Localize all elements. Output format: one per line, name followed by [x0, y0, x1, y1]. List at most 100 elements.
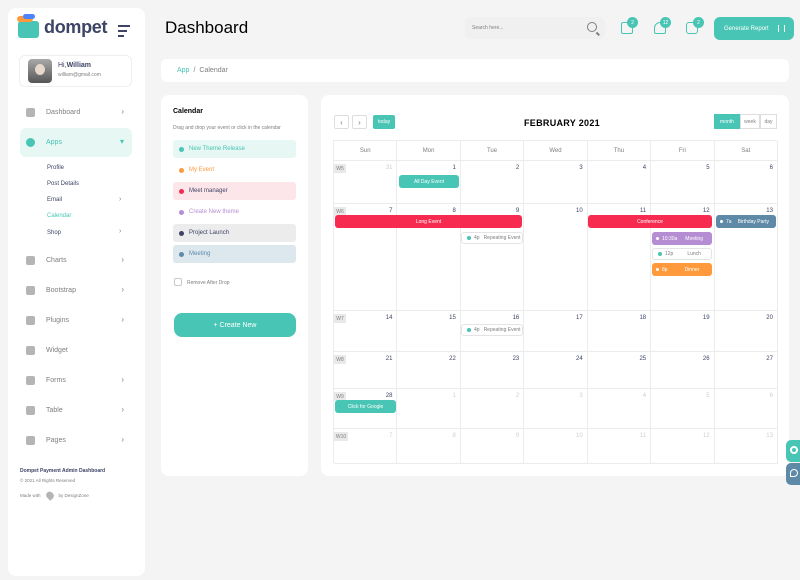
calendar-day-cell[interactable]: 3 — [524, 389, 588, 429]
view-day-button[interactable]: day — [760, 114, 777, 129]
profile-card[interactable]: Hi,William william@gmail.com — [19, 55, 132, 87]
breadcrumb-app-link[interactable]: App — [177, 67, 189, 74]
sidebar-item-dashboard[interactable]: Dashboard › — [20, 101, 132, 123]
event-dot — [179, 189, 184, 194]
sidebar-sub-shop[interactable]: Shop — [47, 230, 61, 236]
sidebar-item-plugins[interactable]: Plugins › — [20, 309, 132, 331]
calendar-day-cell[interactable]: 27 — [714, 352, 778, 389]
calendar-event-long-event[interactable]: Long Event — [335, 215, 522, 228]
calendar-day-cell[interactable]: 10 — [524, 429, 588, 464]
calendar-day-cell[interactable]: 21 W8 — [334, 352, 398, 389]
calendar-day-cell[interactable]: 8 — [397, 429, 461, 464]
sidebar-item-widget[interactable]: Widget — [20, 339, 132, 361]
event-label: Lunch — [687, 251, 701, 257]
event-item[interactable]: Meeting — [173, 245, 296, 263]
calendar-day-cell[interactable]: 4 — [587, 389, 652, 429]
create-new-button[interactable]: + Create New — [174, 313, 296, 337]
event-item[interactable]: New Theme Release — [173, 140, 296, 158]
chevron-right-icon: › — [121, 285, 124, 294]
calendar-day-cell[interactable]: 31 W5 — [334, 161, 398, 204]
wallet-logo-icon — [17, 14, 39, 38]
event-item[interactable]: My Event — [173, 161, 296, 179]
sidebar-item-pages[interactable]: Pages › — [20, 429, 132, 451]
calendar-day-cell[interactable]: 10 — [524, 204, 588, 311]
calendar-day-cell[interactable]: 2 — [460, 161, 525, 204]
prev-month-button[interactable]: ‹ — [334, 115, 349, 129]
heart-icon — [26, 315, 35, 325]
calendar-day-cell[interactable]: 12 — [651, 429, 715, 464]
theme-tab[interactable] — [786, 463, 800, 485]
calendar-event-meeting[interactable]: 10:30a Meeting — [652, 232, 712, 245]
calendar-day-cell[interactable]: 17 — [524, 311, 588, 352]
calendar-day-cell[interactable]: 25 — [587, 352, 652, 389]
events-panel-subtitle: Drag and drop your event or click in the… — [173, 125, 281, 131]
calendar-day-cell[interactable]: 15 — [397, 311, 461, 352]
chevron-right-icon: › — [119, 228, 122, 235]
sidebar-sub-email[interactable]: Email — [47, 197, 62, 203]
calendar-day-cell[interactable]: 9 — [460, 429, 525, 464]
calendar-day-cell[interactable]: 14 W7 — [334, 311, 398, 352]
calendar-event-google[interactable]: Click for Google — [335, 400, 396, 413]
event-dot — [179, 231, 184, 236]
view-week-button[interactable]: week — [740, 114, 760, 129]
event-dot — [720, 220, 723, 223]
day-number: 1 — [452, 393, 456, 399]
calendar-day-cell[interactable]: 20 — [714, 311, 778, 352]
remove-after-drop-checkbox[interactable] — [174, 278, 182, 286]
next-month-button[interactable]: › — [352, 115, 367, 129]
search-input[interactable]: Search here... — [465, 17, 605, 39]
day-number: 8 — [452, 433, 456, 439]
today-button[interactable]: today — [373, 115, 395, 129]
calendar-day-cell[interactable]: 18 — [587, 311, 652, 352]
event-label: Long Event — [415, 218, 442, 225]
search-icon[interactable] — [587, 22, 597, 32]
event-time: 7a — [726, 218, 732, 225]
event-item[interactable]: Create New theme — [173, 203, 296, 221]
sidebar-item-table[interactable]: Table › — [20, 399, 132, 421]
view-month-button[interactable]: month — [714, 114, 740, 129]
generate-report-button[interactable]: Generate Report — [714, 17, 794, 40]
day-header-mon: Mon — [397, 141, 461, 161]
brand-logo[interactable]: dompet — [17, 14, 108, 41]
calendar-day-cell[interactable]: 26 — [651, 352, 715, 389]
sidebar-item-forms[interactable]: Forms › — [20, 369, 132, 391]
calendar-day-cell[interactable]: 13 — [714, 429, 778, 464]
event-item[interactable]: Meet manager — [173, 182, 296, 200]
calendar-day-cell[interactable]: 23 — [460, 352, 525, 389]
sidebar-item-bootstrap[interactable]: Bootstrap › — [20, 279, 132, 301]
calendar-day-cell[interactable]: 24 — [524, 352, 588, 389]
calendar-event-conference[interactable]: Conference — [588, 215, 712, 228]
calendar-day-cell[interactable]: 11 — [587, 429, 652, 464]
sidebar-item-apps[interactable]: Apps ▾ — [20, 128, 132, 157]
calendar-day-cell[interactable]: 6 — [714, 389, 778, 429]
event-item[interactable]: Project Launch — [173, 224, 296, 242]
settings-tab[interactable] — [786, 440, 800, 462]
pages-icon — [26, 435, 35, 445]
calendar-day-cell[interactable]: 2 — [460, 389, 525, 429]
sidebar-sub-calendar[interactable]: Calendar — [47, 213, 71, 219]
calendar-event-lunch[interactable]: 12p Lunch — [652, 248, 712, 260]
sidebar-sub-post-details[interactable]: Post Details — [47, 181, 79, 187]
calendar-day-cell[interactable]: 7 W10 — [334, 429, 398, 464]
calendar-day-cell[interactable]: 6 — [714, 161, 778, 204]
calendar-event-repeating-9[interactable]: 4p Repeating Event — [461, 232, 523, 244]
calendar-day-cell[interactable]: 4 — [587, 161, 652, 204]
event-label: Birthday Party — [737, 218, 769, 225]
hamburger-menu-icon[interactable] — [118, 25, 130, 40]
calendar-event-repeating-16[interactable]: 4p Repeating Event — [461, 324, 523, 336]
sidebar-sub-profile[interactable]: Profile — [47, 165, 64, 171]
profile-email: william@gmail.com — [58, 72, 101, 78]
event-dot — [179, 147, 184, 152]
calendar-event-all-day[interactable]: All Day Event — [399, 175, 459, 188]
calendar-event-dinner[interactable]: 8p Dinner — [652, 263, 712, 276]
calendar-day-cell[interactable]: 3 — [524, 161, 588, 204]
calendar-day-cell[interactable]: 5 — [651, 161, 715, 204]
calendar-event-birthday[interactable]: 7a Birthday Party — [716, 215, 776, 228]
sidebar-item-charts[interactable]: Charts › — [20, 249, 132, 271]
event-item-label: Meet manager — [189, 188, 228, 194]
calendar-day-cell[interactable]: 19 — [651, 311, 715, 352]
calendar-day-cell[interactable]: 1 — [397, 389, 461, 429]
calendar-day-cell[interactable]: 5 — [651, 389, 715, 429]
calendar-day-cell[interactable]: 22 — [397, 352, 461, 389]
week-number: W8 — [334, 355, 346, 364]
